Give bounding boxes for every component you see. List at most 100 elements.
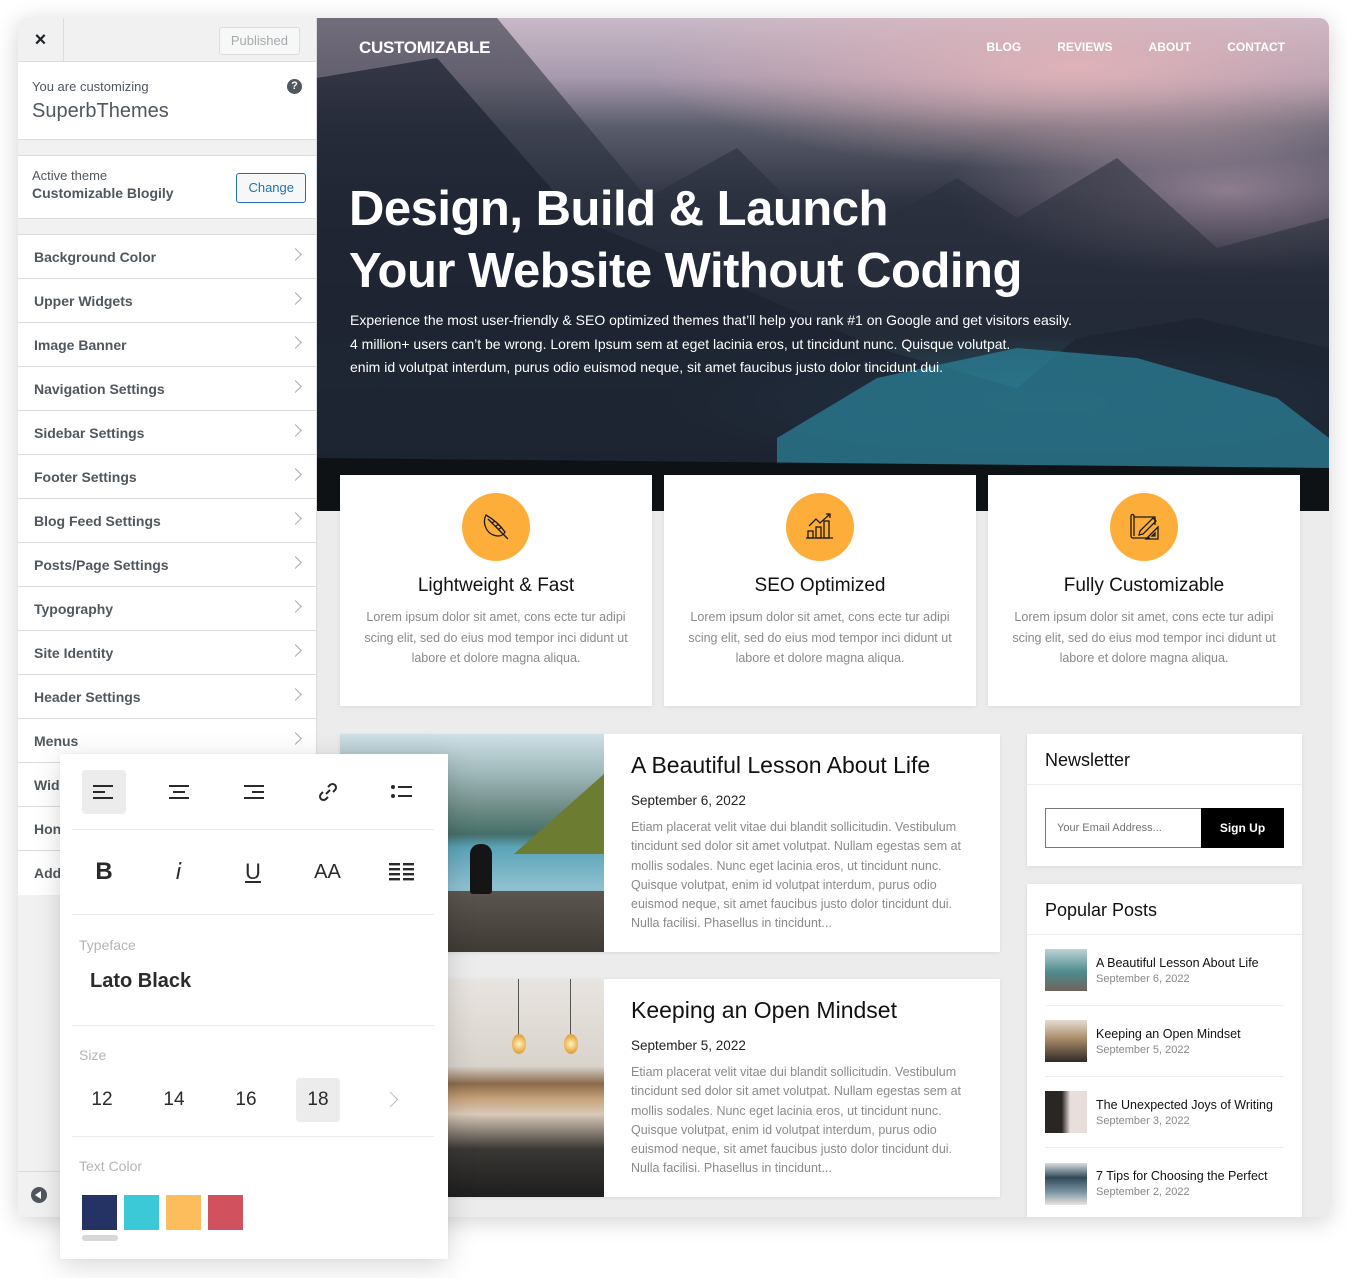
hero-title: Design, Build & Launch Your Website With… [349, 178, 1022, 302]
published-button[interactable]: Published [218, 27, 300, 55]
popular-post-item[interactable]: 7 Tips for Choosing the Perfect September… [1045, 1148, 1284, 1217]
color-swatch-orange[interactable] [166, 1195, 201, 1230]
popular-post-date: September 2, 2022 [1096, 1186, 1190, 1198]
popular-post-item[interactable]: Keeping an Open Mindset September 5, 2022 [1045, 1006, 1284, 1077]
sign-up-button[interactable]: Sign Up [1201, 808, 1284, 848]
popular-post-title: 7 Tips for Choosing the Perfect [1096, 1169, 1268, 1183]
lamp-cord [570, 979, 571, 1035]
bold-icon: B [95, 858, 113, 885]
size-option-16[interactable]: 16 [224, 1078, 268, 1122]
feature-cards: Lightweight & Fast Lorem ipsum dolor sit… [340, 475, 1300, 706]
underline-button[interactable]: U [231, 850, 275, 894]
person-silhouette [470, 844, 492, 894]
popular-post-item[interactable]: A Beautiful Lesson About Life September 6… [1045, 935, 1284, 1006]
sidebar-item-sidebar-settings[interactable]: Sidebar Settings [18, 411, 316, 455]
italic-button[interactable]: i [157, 850, 201, 894]
sidebar-item-blog-feed-settings[interactable]: Blog Feed Settings [18, 499, 316, 543]
popular-post-title: Keeping an Open Mindset [1096, 1026, 1241, 1041]
sidebar-item-navigation-settings[interactable]: Navigation Settings [18, 367, 316, 411]
site-preview: CUSTOMIZABLE BLOG REVIEWS ABOUT CONTACT … [317, 18, 1329, 1217]
nav-reviews[interactable]: REVIEWS [1057, 40, 1112, 54]
post-title[interactable]: A Beautiful Lesson About Life [631, 752, 972, 779]
size-option-12[interactable]: 12 [80, 1078, 124, 1122]
bold-button[interactable]: B [82, 850, 126, 894]
color-swatch-red[interactable] [208, 1195, 243, 1230]
chevron-right-icon [289, 336, 302, 349]
sidebar-item-label: Site Identity [34, 644, 114, 661]
popular-post-item[interactable]: The Unexpected Joys of Writing September … [1045, 1077, 1284, 1148]
text-color-label: Text Color [79, 1158, 143, 1174]
feather-icon [462, 493, 530, 561]
size-option-18[interactable]: 18 [296, 1078, 340, 1122]
sidebar-item-label: Wid [34, 776, 60, 793]
post-title[interactable]: Keeping an Open Mindset [631, 997, 972, 1024]
chevron-right-icon [289, 380, 302, 393]
sidebar-item-typography[interactable]: Typography [18, 587, 316, 631]
sidebar-item-label: Posts/Page Settings [34, 556, 169, 573]
popular-post-title: The Unexpected Joys of Writing [1096, 1097, 1273, 1112]
justify-button[interactable] [380, 850, 424, 894]
hero-subtitle-line: enim id volutpat interdum, purus odio eu… [350, 359, 944, 375]
change-theme-button[interactable]: Change [236, 173, 306, 203]
feature-card: Lightweight & Fast Lorem ipsum dolor sit… [340, 475, 652, 706]
sidebar-item-upper-widgets[interactable]: Upper Widgets [18, 279, 316, 323]
post-date: September 6, 2022 [631, 793, 746, 808]
bullet-list-button[interactable] [380, 770, 424, 814]
close-icon[interactable]: × [18, 18, 64, 62]
sidebar-item-site-identity[interactable]: Site Identity [18, 631, 316, 675]
hero-subtitle: Experience the most user-friendly & SEO … [350, 309, 1110, 380]
bullet-list-icon [391, 784, 412, 798]
nav-about[interactable]: ABOUT [1149, 40, 1192, 54]
sidebar-item-image-banner[interactable]: Image Banner [18, 323, 316, 367]
typeface-select[interactable]: Lato Black [90, 970, 191, 993]
hero-subtitle-line: 4 million+ users can’t be wrong. Lorem I… [350, 335, 1011, 352]
feature-title: SEO Optimized [754, 575, 886, 596]
hill-shape [514, 774, 604, 854]
popular-post-thumbnail [1045, 949, 1087, 991]
text-case-icon: AA [314, 860, 341, 883]
sidebar-item-label: Typography [34, 600, 114, 617]
text-case-button[interactable]: AA [306, 850, 350, 894]
feature-card: SEO Optimized Lorem ipsum dolor sit amet… [664, 475, 976, 706]
growth-chart-icon [786, 493, 854, 561]
nav-contact[interactable]: CONTACT [1227, 40, 1285, 54]
post-excerpt: Etiam placerat velit vitae dui blandit s… [631, 1065, 962, 1176]
email-field[interactable] [1045, 808, 1201, 848]
popular-post-thumbnail [1045, 1020, 1087, 1062]
sidebar-item-label: Header Settings [34, 688, 141, 705]
nav-blog[interactable]: BLOG [987, 40, 1022, 54]
chevron-right-icon [289, 512, 302, 525]
sidebar-item-background-color[interactable]: Background Color [18, 235, 316, 279]
color-swatch-navy[interactable] [82, 1195, 117, 1230]
size-option-14[interactable]: 14 [152, 1078, 196, 1122]
popular-post-date: September 3, 2022 [1096, 1114, 1190, 1127]
popular-post-thumbnail [1045, 1162, 1087, 1205]
site-name: SuperbThemes [32, 100, 169, 122]
popular-post-title: A Beautiful Lesson About Life [1096, 955, 1259, 970]
sidebar-item-label: Footer Settings [34, 468, 137, 485]
collapse-sidebar-icon[interactable] [31, 1187, 47, 1203]
align-right-button[interactable] [231, 770, 275, 814]
sidebar-item-posts-page-settings[interactable]: Posts/Page Settings [18, 543, 316, 587]
feature-text: Lorem ipsum dolor sit amet, cons ecte tu… [1012, 610, 1276, 665]
chevron-right-icon [289, 556, 302, 569]
newsletter-widget: Newsletter Sign Up [1027, 734, 1302, 866]
site-logo[interactable]: CUSTOMIZABLE [359, 38, 490, 58]
chevron-right-icon [289, 600, 302, 613]
help-icon[interactable]: ? [287, 79, 302, 94]
sidebar-item-header-settings[interactable]: Header Settings [18, 675, 316, 719]
feature-text: Lorem ipsum dolor sit amet, cons ecte tu… [364, 610, 628, 665]
align-left-button[interactable] [82, 769, 126, 814]
chevron-right-icon[interactable] [382, 1091, 399, 1108]
align-center-button[interactable] [157, 770, 201, 814]
link-button[interactable] [306, 770, 350, 814]
color-swatches [82, 1195, 243, 1230]
sidebar-item-footer-settings[interactable]: Footer Settings [18, 455, 316, 499]
sidebar-item-label: Add [34, 865, 62, 881]
align-right-icon [244, 784, 264, 799]
newsletter-title: Newsletter [1027, 734, 1302, 785]
design-tools-icon [1110, 493, 1178, 561]
color-swatch-cyan[interactable] [124, 1195, 159, 1230]
typeface-label: Typeface [79, 937, 136, 953]
selected-color-indicator [82, 1235, 118, 1241]
